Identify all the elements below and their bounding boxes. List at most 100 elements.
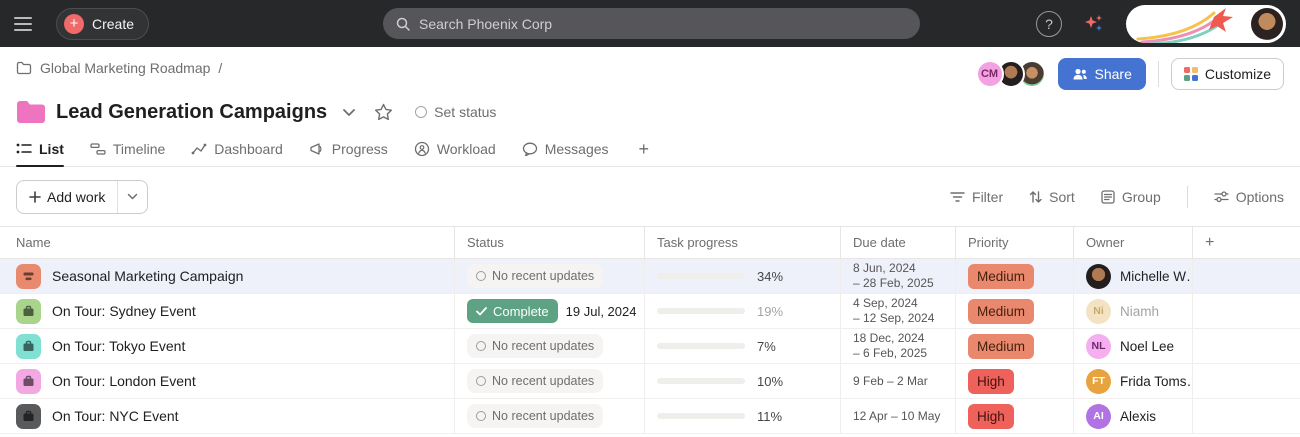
name-cell[interactable]: Seasonal Marketing Campaign bbox=[0, 259, 455, 293]
due-date-cell[interactable]: 9 Feb – 2 Mar bbox=[841, 364, 956, 398]
customize-grid-icon bbox=[1184, 67, 1198, 81]
tab-progress[interactable]: Progress bbox=[309, 132, 388, 166]
priority-pill[interactable]: Medium bbox=[968, 334, 1034, 359]
name-cell[interactable]: On Tour: NYC Event bbox=[0, 399, 455, 433]
title-chevron-down-icon[interactable] bbox=[337, 100, 361, 124]
progress-percent: 34% bbox=[757, 269, 783, 284]
column-header-due-date[interactable]: Due date bbox=[841, 227, 956, 258]
add-work-caret-button[interactable] bbox=[118, 181, 147, 213]
account-pill[interactable] bbox=[1126, 5, 1286, 43]
tab-messages[interactable]: Messages bbox=[522, 132, 609, 166]
priority-pill[interactable]: Medium bbox=[968, 264, 1034, 289]
name-cell[interactable]: On Tour: Sydney Event bbox=[0, 294, 455, 328]
due-date-cell[interactable]: 18 Dec, 2024– 6 Feb, 2025 bbox=[841, 329, 956, 363]
title-row: Lead Generation Campaigns Set status bbox=[0, 90, 1300, 126]
sort-button[interactable]: Sort bbox=[1029, 189, 1075, 205]
name-cell[interactable]: On Tour: London Event bbox=[0, 364, 455, 398]
progress-cell[interactable]: 11% bbox=[645, 399, 841, 433]
due-date-cell[interactable]: 4 Sep, 2024– 12 Sep, 2024 bbox=[841, 294, 956, 328]
add-column-button[interactable]: + bbox=[1193, 227, 1300, 258]
set-status-button[interactable]: Set status bbox=[415, 104, 496, 120]
owner-cell[interactable]: AI Alexis bbox=[1074, 399, 1193, 433]
complete-status-pill[interactable]: Complete bbox=[467, 299, 558, 323]
priority-cell[interactable]: Medium bbox=[956, 329, 1074, 363]
options-button[interactable]: Options bbox=[1214, 189, 1284, 205]
tab-label: List bbox=[39, 141, 64, 157]
priority-cell[interactable]: High bbox=[956, 364, 1074, 398]
search-input[interactable] bbox=[419, 16, 908, 32]
name-cell[interactable]: On Tour: Tokyo Event bbox=[0, 329, 455, 363]
sort-label: Sort bbox=[1049, 189, 1075, 205]
status-cell[interactable]: No recent updates bbox=[455, 259, 645, 293]
owner-cell[interactable]: Ni Niamh bbox=[1074, 294, 1193, 328]
table-row[interactable]: On Tour: London Event No recent updates … bbox=[0, 364, 1300, 399]
check-icon bbox=[476, 307, 487, 316]
table-row[interactable]: On Tour: NYC Event No recent updates 11%… bbox=[0, 399, 1300, 434]
table-row[interactable]: On Tour: Sydney Event Complete 19 Jul, 2… bbox=[0, 294, 1300, 329]
member-avatar-stack[interactable]: CM bbox=[976, 60, 1046, 88]
breadcrumb[interactable]: Global Marketing Roadmap / bbox=[16, 60, 222, 76]
tab-timeline[interactable]: Timeline bbox=[90, 132, 165, 166]
task-name[interactable]: On Tour: Tokyo Event bbox=[52, 338, 185, 354]
add-view-button[interactable]: + bbox=[635, 139, 654, 160]
tab-list[interactable]: List bbox=[16, 132, 64, 166]
owner-cell[interactable]: NL Noel Lee bbox=[1074, 329, 1193, 363]
task-name[interactable]: Seasonal Marketing Campaign bbox=[52, 268, 243, 284]
global-search[interactable] bbox=[383, 8, 920, 39]
avatar[interactable]: CM bbox=[976, 60, 1004, 88]
progress-cell[interactable]: 19% bbox=[645, 294, 841, 328]
progress-cell[interactable]: 10% bbox=[645, 364, 841, 398]
tab-dashboard[interactable]: Dashboard bbox=[191, 132, 283, 166]
priority-pill[interactable]: High bbox=[968, 369, 1014, 394]
tab-workload[interactable]: Workload bbox=[414, 132, 496, 166]
table-row[interactable]: On Tour: Tokyo Event No recent updates 7… bbox=[0, 329, 1300, 364]
status-pill[interactable]: No recent updates bbox=[467, 369, 603, 393]
due-date-start: 4 Sep, 2024 bbox=[853, 296, 934, 311]
status-pill[interactable]: No recent updates bbox=[467, 334, 603, 358]
due-date-cell[interactable]: 8 Jun, 2024– 28 Feb, 2025 bbox=[841, 259, 956, 293]
favorite-star-icon[interactable] bbox=[371, 100, 395, 124]
table-row[interactable]: Seasonal Marketing Campaign No recent up… bbox=[0, 259, 1300, 294]
owner-cell[interactable]: Michelle W… bbox=[1074, 259, 1193, 293]
column-header-task-progress[interactable]: Task progress bbox=[645, 227, 841, 258]
ai-sparkle-icon[interactable] bbox=[1080, 10, 1108, 38]
list-toolbar: Add work Filter Sort Group Options bbox=[0, 167, 1300, 226]
status-cell[interactable]: No recent updates bbox=[455, 329, 645, 363]
owner-name: Noel Lee bbox=[1120, 339, 1174, 354]
group-icon bbox=[1101, 190, 1115, 204]
column-header-owner[interactable]: Owner bbox=[1074, 227, 1193, 258]
status-cell[interactable]: No recent updates bbox=[455, 399, 645, 433]
column-header-name[interactable]: Name bbox=[0, 227, 455, 258]
add-work-label: Add work bbox=[47, 189, 105, 205]
empty-cell bbox=[1193, 294, 1300, 328]
hamburger-menu-icon[interactable] bbox=[14, 12, 38, 36]
progress-cell[interactable]: 7% bbox=[645, 329, 841, 363]
avatar-initials: NL bbox=[1092, 340, 1106, 352]
share-button[interactable]: Share bbox=[1058, 58, 1146, 90]
column-header-status[interactable]: Status bbox=[455, 227, 645, 258]
priority-cell[interactable]: Medium bbox=[956, 259, 1074, 293]
priority-cell[interactable]: Medium bbox=[956, 294, 1074, 328]
priority-pill[interactable]: High bbox=[968, 404, 1014, 429]
customize-button[interactable]: Customize bbox=[1171, 58, 1284, 90]
briefcase-icon bbox=[16, 299, 41, 324]
column-header-priority[interactable]: Priority bbox=[956, 227, 1074, 258]
status-pill[interactable]: No recent updates bbox=[467, 264, 603, 288]
create-button[interactable]: + Create bbox=[56, 8, 149, 40]
task-name[interactable]: On Tour: Sydney Event bbox=[52, 303, 196, 319]
user-avatar[interactable] bbox=[1251, 8, 1283, 40]
progress-cell[interactable]: 34% bbox=[645, 259, 841, 293]
group-button[interactable]: Group bbox=[1101, 189, 1161, 205]
task-name[interactable]: On Tour: London Event bbox=[52, 373, 196, 389]
status-cell[interactable]: Complete 19 Jul, 2024 bbox=[455, 294, 645, 328]
priority-cell[interactable]: High bbox=[956, 399, 1074, 433]
due-date-cell[interactable]: 12 Apr – 10 May bbox=[841, 399, 956, 433]
add-work-button[interactable]: Add work bbox=[17, 181, 118, 213]
status-pill[interactable]: No recent updates bbox=[467, 404, 603, 428]
task-name[interactable]: On Tour: NYC Event bbox=[52, 408, 179, 424]
owner-cell[interactable]: FT Frida Toms… bbox=[1074, 364, 1193, 398]
filter-button[interactable]: Filter bbox=[950, 189, 1003, 205]
status-cell[interactable]: No recent updates bbox=[455, 364, 645, 398]
priority-pill[interactable]: Medium bbox=[968, 299, 1034, 324]
help-button[interactable]: ? bbox=[1036, 11, 1062, 37]
